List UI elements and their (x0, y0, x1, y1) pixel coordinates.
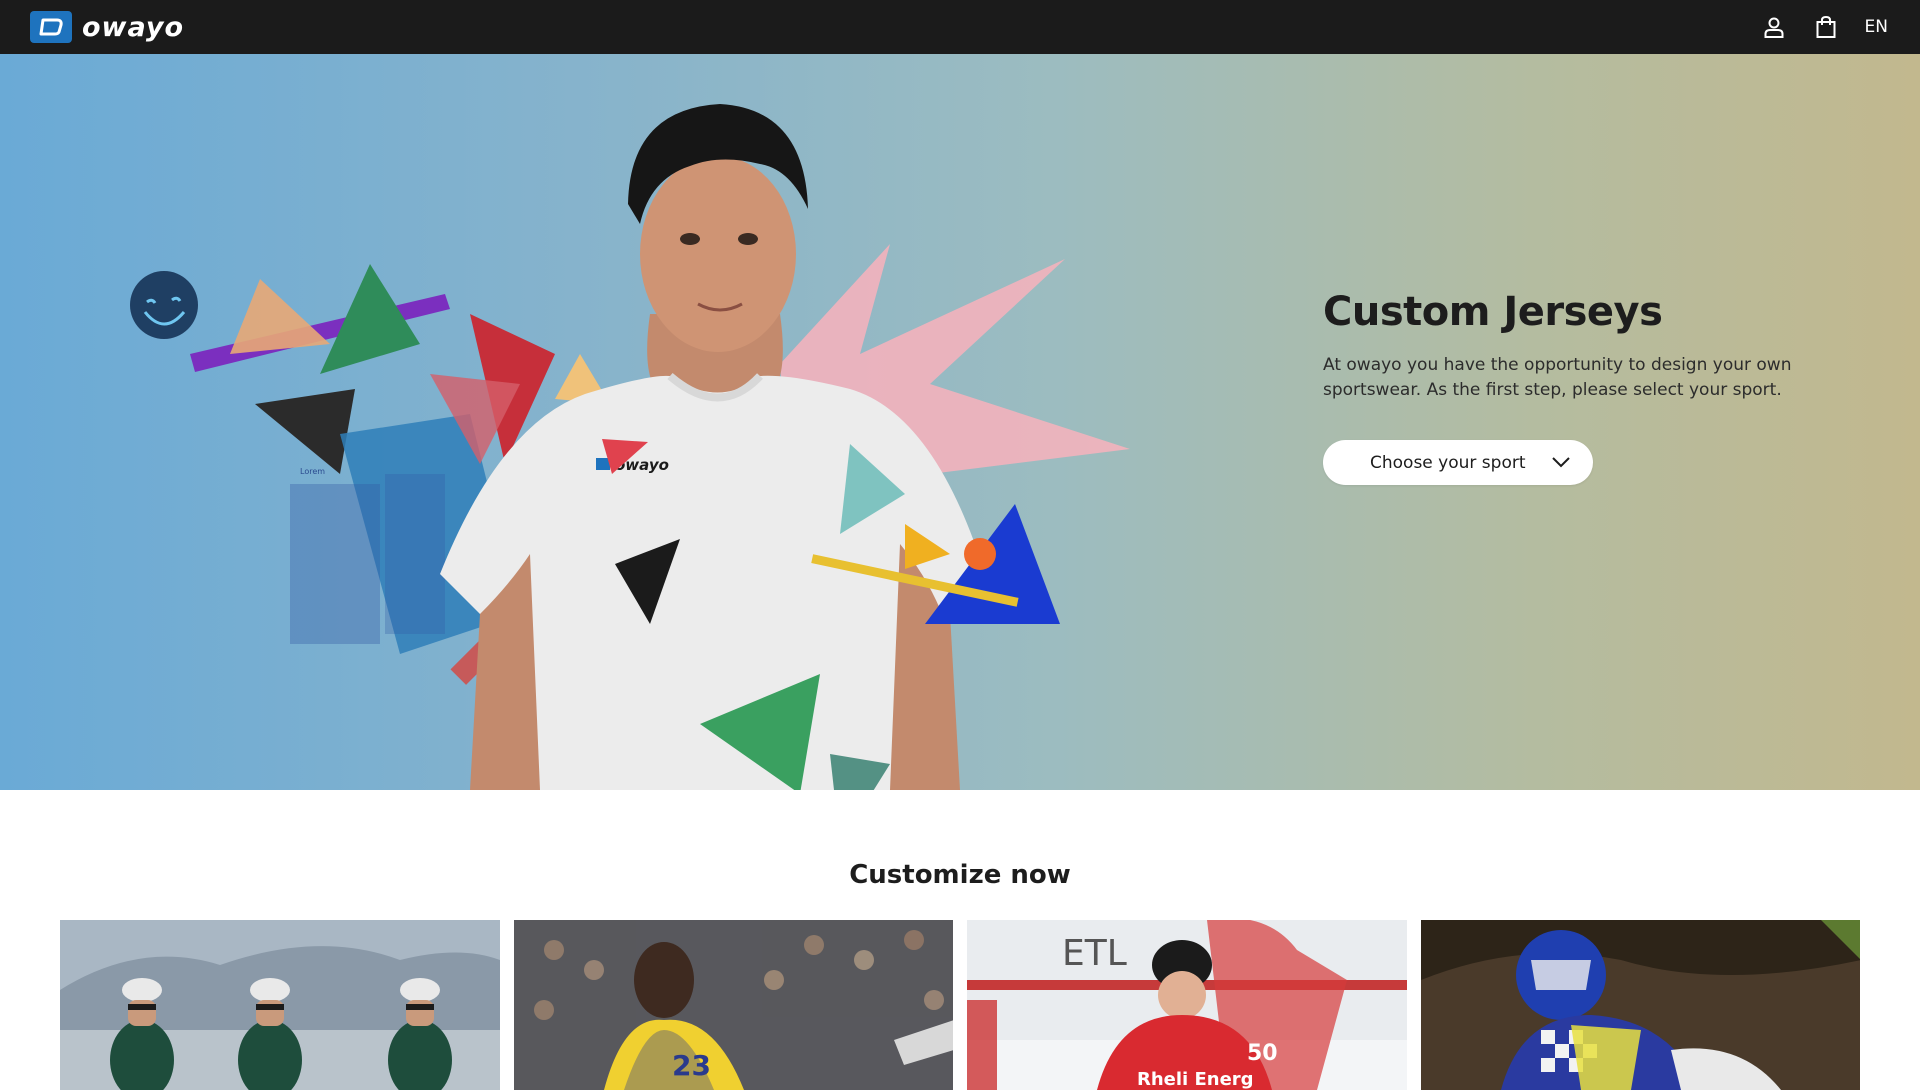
sport-card-list: 23 ETL Rheli Energ 50 (60, 920, 1860, 1090)
cycling-image (60, 920, 500, 1090)
customize-heading: Customize now (849, 860, 1071, 890)
top-navigation: owayo EN (0, 0, 1920, 54)
hockey-jersey-number: 50 (1247, 1041, 1278, 1066)
basketball-jersey-number: 23 (672, 1049, 711, 1082)
sport-card-cycling[interactable] (60, 920, 500, 1090)
account-icon[interactable] (1761, 14, 1787, 40)
svg-text:Lorem: Lorem (300, 467, 325, 476)
logo-mark-icon (30, 11, 72, 43)
motocross-image (1420, 920, 1860, 1090)
sport-card-ice-hockey[interactable]: ETL Rheli Energ 50 (967, 920, 1407, 1090)
basketball-image: 23 (513, 920, 953, 1090)
cart-icon[interactable] (1813, 14, 1839, 40)
hockey-banner-text: ETL (1062, 933, 1127, 974)
choose-sport-dropdown[interactable]: Choose your sport (1323, 440, 1593, 485)
sport-card-motocross[interactable] (1420, 920, 1860, 1090)
person-model: owayo (440, 104, 985, 790)
hero-title: Custom Jerseys (1323, 289, 1663, 335)
brand-wordmark: owayo (82, 11, 185, 43)
header-actions: EN (1761, 0, 1888, 54)
hero-description: At owayo you have the opportunity to des… (1323, 355, 1792, 400)
chevron-down-icon (1551, 453, 1571, 473)
sport-card-basketball[interactable]: 23 (513, 920, 953, 1090)
hero-banner: Lorem owayo Custom Jerseys At owayo you … (0, 54, 1920, 790)
language-selector[interactable]: EN (1865, 17, 1888, 37)
hero-illustration: Lorem owayo (130, 104, 1130, 790)
choose-sport-label: Choose your sport (1370, 452, 1526, 473)
brand-logo[interactable]: owayo (30, 11, 184, 43)
hero-copy: Custom Jerseys At owayo you have the opp… (1323, 289, 1803, 485)
ice-hockey-image: ETL Rheli Energ 50 (967, 920, 1407, 1090)
